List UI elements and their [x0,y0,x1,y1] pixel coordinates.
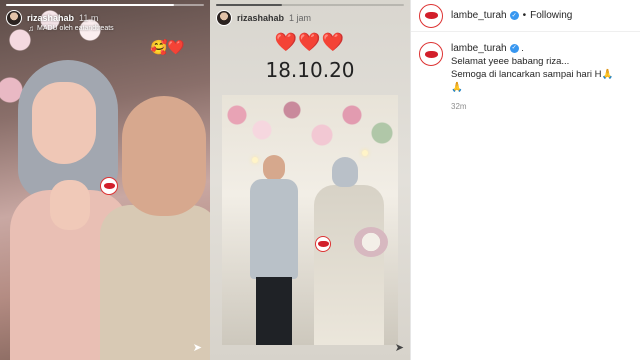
wedding-photo [222,95,398,345]
lips-icon [424,50,438,58]
man-face [122,96,206,216]
lips-icon [317,241,329,247]
groom-figure [244,155,304,345]
avatar[interactable] [6,10,22,26]
avatar[interactable] [216,10,232,26]
avatar[interactable] [419,3,443,28]
avatar[interactable] [419,42,443,66]
groom-trousers [256,277,292,345]
music-label[interactable]: ♫ MADU oleh eatandtreats [28,24,114,33]
caption-username[interactable]: lambe_turah [451,43,507,54]
story-progress-bar [6,4,204,6]
separator-dot: • [522,10,527,21]
caption-line: Semoga di lancarkan sampai hari H🙏 [451,69,614,80]
bride-hijab [332,157,358,187]
emoji-sticker: 🥰❤️ [150,39,185,55]
hearts-sticker: ❤️❤️❤️ [274,32,346,52]
post-panel: lambe_turah ✓ • Following lambe_turah ✓ . … [410,0,640,360]
lambe-logo-watermark [315,236,331,252]
music-title: MADU oleh eatandtreats [37,25,114,32]
man-shirt [100,205,210,360]
lips-icon [424,12,438,19]
lambe-logo-watermark [100,177,118,195]
story-header: rizashahab 1 jam [216,10,311,26]
send-icon[interactable]: ➤ [193,341,202,354]
story-left[interactable]: rizashahab 11 m ♫ MADU oleh eatandtreats… [0,0,210,360]
story-progress-bar [216,4,404,6]
screenshot-root: rizashahab 11 m ♫ MADU oleh eatandtreats… [0,0,640,360]
story-right[interactable]: rizashahab 1 jam ❤️❤️❤️ 18.10.20 ➤ [210,0,410,360]
send-icon[interactable]: ➤ [395,341,404,354]
story-username[interactable]: rizashahab [27,13,74,23]
story-time: 11 m [79,13,99,23]
verified-icon: ✓ [509,43,519,53]
caption: lambe_turah ✓ . Selamat yeee babang riza.… [411,32,640,123]
groom-head [263,155,285,181]
post-username-text: lambe_turah [451,10,507,21]
post-header: lambe_turah ✓ • Following [411,0,640,32]
story-username[interactable]: rizashahab [237,13,284,23]
groom-shirt [250,179,298,279]
post-time[interactable]: 32m [451,100,613,113]
caption-user-suffix: . [521,43,524,54]
verified-icon: ✓ [509,10,519,20]
post-username[interactable]: lambe_turah ✓ [451,10,519,21]
bride-dress [314,185,384,345]
story-progress-fill [6,4,175,6]
string-light [362,150,368,156]
story-time: 1 jam [289,13,312,23]
caption-line: Selamat yeee babang riza... [451,56,570,67]
caption-body: lambe_turah ✓ . Selamat yeee babang riza.… [451,42,613,113]
caption-line: 🙏 [451,82,463,93]
story-progress-fill [216,4,282,6]
following-button[interactable]: Following [530,10,572,21]
bouquet [354,227,388,257]
woman-hand [50,180,90,230]
lips-icon [103,183,115,189]
date-text: 18.10.20 [265,58,355,82]
woman-face [32,82,96,164]
caption-header: lambe_turah ✓ . [451,42,613,55]
music-note-icon: ♫ [28,24,34,33]
